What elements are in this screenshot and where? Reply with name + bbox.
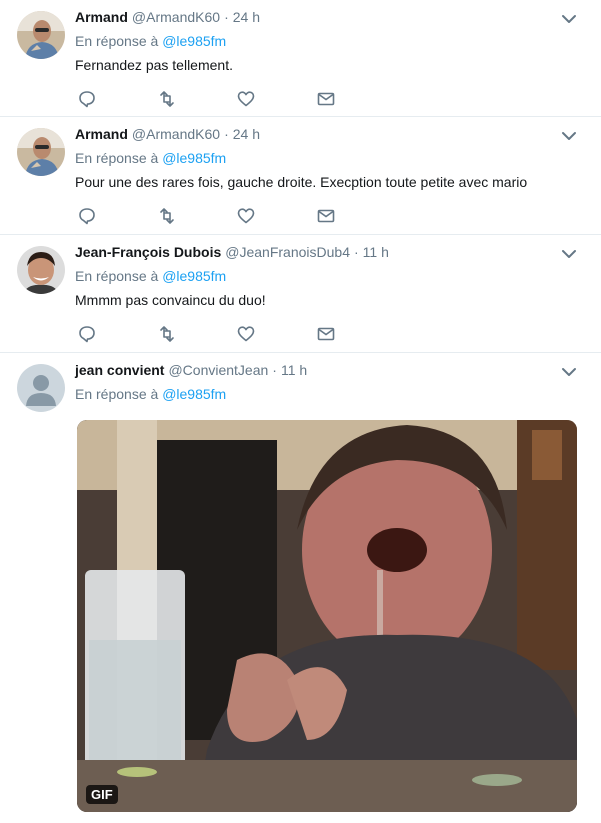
separator-dot: ·	[354, 244, 359, 260]
author-handle[interactable]: @ArmandK60	[132, 9, 220, 25]
tweet-header: Armand @ArmandK60 · 24 h	[75, 126, 260, 142]
action-bar	[77, 89, 377, 109]
tweet[interactable]: Armand @ArmandK60 · 24 h En réponse à @le98…	[0, 0, 601, 117]
reply-prefix: En réponse à	[75, 268, 159, 284]
avatar[interactable]	[17, 11, 65, 59]
separator-dot: ·	[272, 362, 277, 378]
gif-media[interactable]: GIF	[77, 420, 577, 812]
reply-context: En réponse à @le985fm	[75, 150, 226, 166]
mention-link[interactable]: @le985fm	[162, 268, 226, 284]
retweet-icon[interactable]	[157, 324, 177, 344]
envelope-icon[interactable]	[316, 89, 336, 109]
mention-link[interactable]: @le985fm	[162, 386, 226, 402]
separator-dot: ·	[224, 126, 229, 142]
author-name[interactable]: Armand	[75, 9, 128, 25]
author-handle[interactable]: @ArmandK60	[132, 126, 220, 142]
author-handle[interactable]: @JeanFranoisDub4	[225, 244, 350, 260]
chevron-down-icon[interactable]	[561, 12, 577, 24]
chevron-down-icon[interactable]	[561, 365, 577, 377]
envelope-icon[interactable]	[316, 206, 336, 226]
mention-link[interactable]: @le985fm	[162, 150, 226, 166]
gif-badge: GIF	[86, 785, 118, 804]
mention-link[interactable]: @le985fm	[162, 33, 226, 49]
separator-dot: ·	[224, 9, 229, 25]
chevron-down-icon[interactable]	[561, 247, 577, 259]
heart-icon[interactable]	[236, 89, 256, 109]
timestamp[interactable]: 24 h	[233, 9, 260, 25]
author-name[interactable]: jean convient	[75, 362, 164, 378]
reply-context: En réponse à @le985fm	[75, 33, 226, 49]
reply-icon[interactable]	[77, 324, 97, 344]
reply-icon[interactable]	[77, 89, 97, 109]
timestamp[interactable]: 24 h	[233, 126, 260, 142]
tweet-text: Mmmm pas convaincu du duo!	[75, 292, 266, 308]
tweet-text: Pour une des rares fois, gauche droite. …	[75, 174, 528, 190]
author-name[interactable]: Jean-François Dubois	[75, 244, 221, 260]
avatar[interactable]	[17, 364, 65, 412]
heart-icon[interactable]	[236, 206, 256, 226]
timestamp[interactable]: 11 h	[363, 244, 389, 260]
retweet-icon[interactable]	[157, 89, 177, 109]
reply-prefix: En réponse à	[75, 386, 159, 402]
action-bar	[77, 206, 377, 226]
tweet[interactable]: Armand @ArmandK60 · 24 h En réponse à @le98…	[0, 117, 601, 235]
author-handle[interactable]: @ConvientJean	[168, 362, 268, 378]
timestamp[interactable]: 11 h	[281, 362, 307, 378]
avatar[interactable]	[17, 246, 65, 294]
action-bar	[77, 324, 377, 344]
tweet-header: Jean-François Dubois @JeanFranoisDub4 · 11 …	[75, 244, 389, 260]
reply-prefix: En réponse à	[75, 33, 159, 49]
reply-context: En réponse à @le985fm	[75, 268, 226, 284]
heart-icon[interactable]	[236, 324, 256, 344]
reply-context: En réponse à @le985fm	[75, 386, 226, 402]
tweet[interactable]: Jean-François Dubois @JeanFranoisDub4 · 11 …	[0, 235, 601, 353]
avatar[interactable]	[17, 128, 65, 176]
reply-prefix: En réponse à	[75, 150, 159, 166]
tweet-header: jean convient @ConvientJean · 11 h	[75, 362, 307, 378]
tweet-header: Armand @ArmandK60 · 24 h	[75, 9, 260, 25]
envelope-icon[interactable]	[316, 324, 336, 344]
chevron-down-icon[interactable]	[561, 129, 577, 141]
tweet-text: Fernandez pas tellement.	[75, 57, 233, 73]
author-name[interactable]: Armand	[75, 126, 128, 142]
retweet-icon[interactable]	[157, 206, 177, 226]
reply-icon[interactable]	[77, 206, 97, 226]
